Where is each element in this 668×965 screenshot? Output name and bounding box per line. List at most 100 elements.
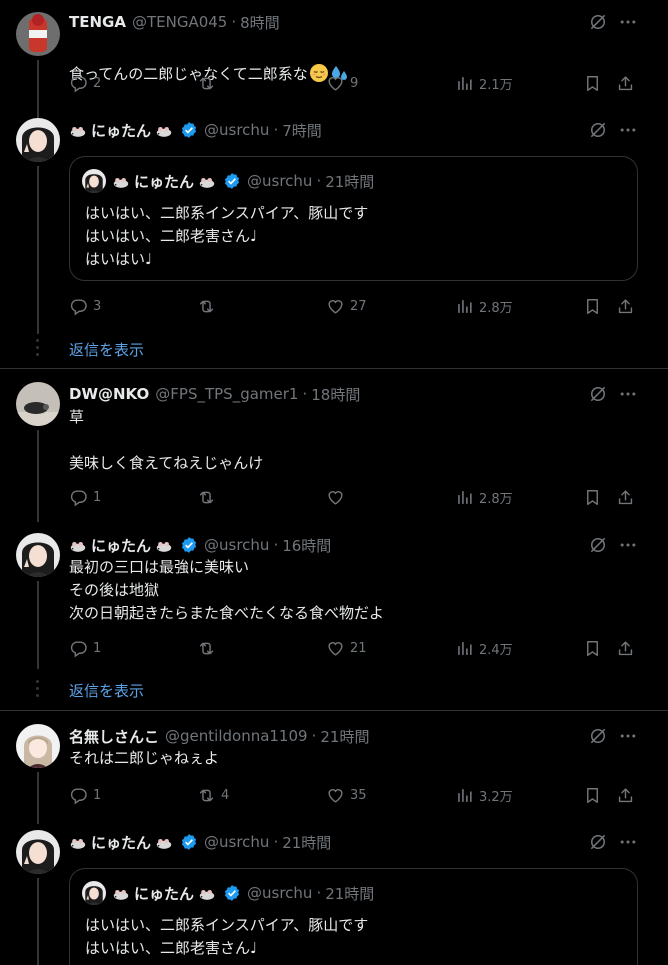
retweet-icon bbox=[197, 74, 216, 93]
user-handle[interactable]: @TENGA045 bbox=[132, 13, 227, 31]
show-replies-link[interactable]: 返信を表示 bbox=[69, 339, 144, 360]
more-icon[interactable] bbox=[618, 12, 638, 32]
avatar[interactable] bbox=[16, 118, 60, 162]
timestamp[interactable]: 7時間 bbox=[282, 120, 322, 141]
bookmark-button[interactable] bbox=[583, 638, 602, 658]
like-button[interactable]: 35 bbox=[326, 785, 367, 805]
views-button[interactable]: 2.8万 bbox=[455, 296, 513, 316]
views-count: 2.1万 bbox=[479, 77, 513, 93]
grok-icon[interactable] bbox=[588, 832, 608, 852]
grok-icon[interactable] bbox=[588, 12, 608, 32]
share-button[interactable] bbox=[616, 73, 635, 93]
bookmark-button[interactable] bbox=[583, 296, 602, 316]
show-replies-link[interactable]: 返信を表示 bbox=[69, 680, 144, 701]
tweet[interactable]: にゅたん @usrchu · 21時間 にゅたん @usrchu · 21時間 … bbox=[0, 830, 668, 965]
like-button[interactable]: 27 bbox=[326, 296, 367, 316]
more-icon[interactable] bbox=[618, 384, 638, 404]
timestamp: 21時間 bbox=[325, 172, 375, 191]
timestamp[interactable]: 18時間 bbox=[311, 384, 360, 405]
timestamp[interactable]: 8時間 bbox=[240, 12, 280, 33]
user-handle[interactable]: @usrchu bbox=[204, 536, 269, 554]
quoted-tweet[interactable]: にゅたん @usrchu · 21時間 はいはい、二郎系インスパイア、豚山です … bbox=[69, 156, 638, 281]
more-icon[interactable] bbox=[618, 535, 638, 555]
tweet[interactable]: TENGA @TENGA045 · 8時間 食ってんの二郎じゃなくて二郎系な 2… bbox=[0, 10, 668, 118]
display-name[interactable]: DW@NKO bbox=[69, 385, 149, 403]
share-button[interactable] bbox=[616, 638, 635, 658]
bookmark-icon bbox=[583, 74, 602, 93]
views-button[interactable]: 2.8万 bbox=[455, 487, 513, 507]
grok-icon[interactable] bbox=[588, 384, 608, 404]
views-button[interactable]: 2.1万 bbox=[455, 73, 513, 93]
reply-button[interactable]: 1 bbox=[69, 638, 101, 658]
views-button[interactable]: 2.4万 bbox=[455, 638, 513, 658]
user-handle: @usrchu bbox=[247, 172, 313, 190]
bookmark-button[interactable] bbox=[583, 73, 602, 93]
like-button[interactable] bbox=[326, 487, 350, 507]
share-button[interactable] bbox=[616, 487, 635, 507]
more-icon[interactable] bbox=[618, 726, 638, 746]
tweet[interactable]: 名無しさんこ @gentildonna1109 · 21時間 それは二郎じゃねぇ… bbox=[0, 724, 668, 824]
views-icon bbox=[455, 786, 474, 805]
like-button[interactable]: 21 bbox=[326, 638, 367, 658]
grok-icon[interactable] bbox=[588, 120, 608, 140]
more-icon[interactable] bbox=[618, 120, 638, 140]
retweet-icon bbox=[197, 488, 216, 507]
display-name[interactable]: にゅたん bbox=[91, 120, 151, 141]
avatar[interactable] bbox=[16, 724, 60, 768]
timestamp[interactable]: 16時間 bbox=[282, 535, 331, 556]
reply-button[interactable]: 1 bbox=[69, 487, 101, 507]
share-button[interactable] bbox=[616, 785, 635, 805]
separator: · bbox=[273, 833, 279, 851]
retweet-icon bbox=[197, 786, 216, 805]
more-icon[interactable] bbox=[618, 832, 638, 852]
retweet-button[interactable] bbox=[197, 487, 221, 507]
avatar[interactable] bbox=[16, 830, 60, 874]
display-name[interactable]: にゅたん bbox=[91, 535, 151, 556]
display-name[interactable]: にゅたん bbox=[91, 832, 151, 853]
grok-icon[interactable] bbox=[588, 726, 608, 746]
user-handle[interactable]: @usrchu bbox=[204, 833, 269, 851]
bookmark-button[interactable] bbox=[583, 785, 602, 805]
timestamp[interactable]: 21時間 bbox=[282, 832, 331, 853]
tweet-actions: 2 9 2.1万 bbox=[69, 73, 639, 93]
verified-icon bbox=[223, 884, 241, 902]
quoted-tweet[interactable]: にゅたん @usrchu · 21時間 はいはい、二郎系インスパイア、豚山です … bbox=[69, 868, 638, 965]
views-icon bbox=[455, 488, 474, 507]
retweet-button[interactable] bbox=[197, 296, 221, 316]
grok-icon[interactable] bbox=[588, 535, 608, 555]
user-handle[interactable]: @FPS_TPS_gamer1 bbox=[155, 385, 298, 403]
retweet-button[interactable]: 4 bbox=[197, 785, 229, 805]
reply-button[interactable]: 3 bbox=[69, 296, 101, 316]
views-button[interactable]: 3.2万 bbox=[455, 785, 513, 805]
mouse-icon bbox=[112, 175, 130, 189]
tweet[interactable]: にゅたん @usrchu · 7時間 にゅたん @usrchu · 21時間 は… bbox=[0, 118, 668, 338]
retweet-button[interactable] bbox=[197, 638, 221, 658]
reply-button[interactable]: 1 bbox=[69, 785, 101, 805]
tweet-actions: 3 27 2.8万 bbox=[69, 296, 639, 316]
share-button[interactable] bbox=[616, 296, 635, 316]
verified-icon bbox=[180, 536, 198, 554]
tweet-actions: 1 4 35 3.2万 bbox=[69, 785, 639, 805]
avatar[interactable] bbox=[16, 12, 60, 56]
timestamp[interactable]: 21時間 bbox=[320, 726, 369, 747]
retweet-icon bbox=[197, 297, 216, 316]
verified-icon bbox=[180, 121, 198, 139]
display-name[interactable]: TENGA bbox=[69, 13, 126, 31]
reply-button[interactable]: 2 bbox=[69, 73, 101, 93]
like-button[interactable]: 9 bbox=[326, 73, 358, 93]
tweet-text: 最初の三口は最強に美味い その後は地獄 次の日朝起きたらまた食べたくなる食べ物だ… bbox=[69, 558, 385, 622]
user-handle[interactable]: @usrchu bbox=[204, 121, 269, 139]
user-handle[interactable]: @gentildonna1109 bbox=[165, 727, 308, 745]
retweet-button[interactable] bbox=[197, 73, 221, 93]
reply-icon bbox=[69, 488, 88, 507]
bookmark-button[interactable] bbox=[583, 487, 602, 507]
avatar[interactable] bbox=[16, 533, 60, 577]
tweet[interactable]: DW@NKO @FPS_TPS_gamer1 · 18時間 草 美味しく食えてね… bbox=[0, 382, 668, 522]
display-name: にゅたん bbox=[134, 172, 195, 191]
tweet[interactable]: にゅたん @usrchu · 16時間 最初の三口は最強に美味い その後は地獄 … bbox=[0, 533, 668, 673]
views-count: 2.8万 bbox=[479, 300, 513, 316]
avatar[interactable] bbox=[16, 382, 60, 426]
reply-icon bbox=[69, 639, 88, 658]
display-name[interactable]: 名無しさんこ bbox=[69, 726, 159, 747]
heart-icon bbox=[326, 74, 345, 93]
